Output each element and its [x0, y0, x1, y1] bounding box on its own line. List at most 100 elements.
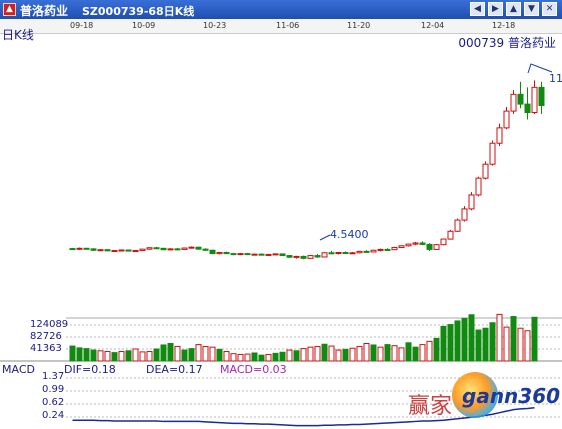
price-candles	[69, 80, 545, 260]
volume-bar	[293, 350, 300, 362]
candle-body	[202, 248, 209, 251]
candle-body	[230, 253, 237, 256]
volume-bar	[209, 346, 216, 362]
candle-body	[90, 248, 97, 251]
volume-bar	[461, 317, 468, 362]
back-icon[interactable]: ◀	[470, 2, 485, 16]
candle-body	[419, 242, 426, 245]
volume-bar	[363, 343, 370, 362]
volume-bar	[230, 353, 237, 362]
volume-bar	[328, 345, 335, 362]
candle-body	[216, 251, 223, 255]
macd-title: MACD	[2, 363, 35, 376]
high-price-label: 11	[549, 72, 562, 85]
volume-bar	[531, 316, 538, 362]
volume-bar	[356, 345, 363, 362]
volume-bar	[468, 314, 475, 362]
candle-body	[405, 243, 412, 247]
candle-body	[524, 103, 531, 113]
macd-value: MACD=0.03	[220, 363, 287, 376]
date-tick: 10-09	[132, 21, 156, 30]
candle-body	[447, 230, 454, 240]
volume-bar	[118, 351, 125, 362]
candle-body	[293, 255, 300, 258]
candle-body	[433, 244, 440, 250]
volume-bar	[370, 344, 377, 362]
candle-body	[321, 252, 328, 258]
volume-bar	[307, 346, 314, 362]
volume-bar	[160, 344, 167, 362]
volume-bar	[489, 322, 496, 362]
candle-body	[209, 249, 216, 255]
candle-body	[391, 246, 398, 251]
app-icon: ▲	[3, 3, 16, 16]
volume-bar	[279, 351, 286, 362]
macd-tick: 0.24	[42, 410, 65, 421]
volume-bar	[90, 349, 97, 362]
candle-body	[160, 247, 167, 251]
volume-bar	[419, 344, 426, 362]
candle-body	[265, 253, 272, 256]
volume-bar	[202, 345, 209, 362]
volume-bar	[153, 348, 160, 362]
volume-bar	[167, 343, 174, 362]
candle-body	[412, 242, 419, 245]
volume-bar	[258, 354, 265, 362]
date-tick: 11-20	[347, 21, 371, 30]
macd-dea: DEA=0.17	[146, 363, 203, 376]
candle-body	[356, 250, 363, 254]
volume-bar	[342, 348, 349, 362]
candle-body	[335, 251, 342, 254]
candle-body	[83, 247, 90, 250]
volume-bar	[482, 327, 489, 362]
volume-bar	[139, 351, 146, 362]
watermark: 赢家 gann360	[400, 366, 562, 429]
volume-bar	[97, 350, 104, 362]
volume-bar	[349, 347, 356, 362]
candle-body	[300, 255, 307, 259]
close-icon[interactable]: ✕	[542, 2, 557, 16]
candle-body	[286, 255, 293, 258]
volume-bar	[181, 349, 188, 362]
candle-body	[258, 253, 265, 256]
candle-body	[426, 243, 433, 250]
candle-body	[244, 253, 251, 256]
date-tick: 10-23	[203, 21, 227, 30]
candle-body	[167, 248, 174, 251]
volume-bar	[496, 313, 503, 362]
candle-body	[475, 177, 482, 196]
candle-body	[223, 251, 230, 255]
volume-bar	[76, 347, 83, 362]
date-tick: 09-18	[70, 21, 94, 30]
volume-bar	[286, 349, 293, 362]
forward-icon[interactable]: ▶	[488, 2, 503, 16]
volume-bar	[503, 326, 510, 362]
candle-body	[111, 250, 118, 253]
volume-bar	[440, 325, 447, 362]
volume-tick: 41363	[30, 343, 62, 354]
volume-bar	[300, 348, 307, 362]
title-bar: ▲ 普洛药业 SZ000739-68日K线 ◀ ▶ ▲ ▼ ✕	[0, 0, 562, 19]
candle-body	[132, 250, 139, 253]
volume-bar	[321, 343, 328, 362]
candle-body	[237, 253, 244, 256]
volume-bar	[83, 348, 90, 362]
candle-body	[468, 194, 475, 210]
volume-bar	[132, 348, 139, 362]
volume-bar	[398, 347, 405, 362]
candle-body	[76, 247, 83, 250]
down-icon[interactable]: ▼	[524, 2, 539, 16]
volume-bar	[174, 345, 181, 362]
volume-bar	[251, 352, 258, 362]
volume-bar	[475, 329, 482, 362]
date-axis: 09-18 10-09 10-23 11-06 11-20 12-04 12-1…	[0, 19, 562, 34]
candle-body	[153, 247, 160, 250]
macd-tick: 1.37	[42, 371, 65, 382]
candle-body	[349, 252, 356, 255]
candle-body	[440, 238, 447, 246]
volume-bar	[524, 330, 531, 362]
volume-bar	[237, 353, 244, 362]
volume-tick: 124089	[30, 319, 69, 330]
up-icon[interactable]: ▲	[506, 2, 521, 16]
candle-body	[146, 247, 153, 250]
